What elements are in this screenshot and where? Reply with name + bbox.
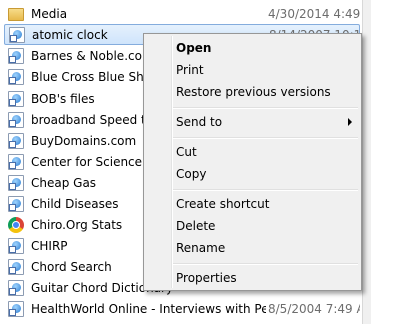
- file-name: HealthWorld Online - Interviews with Pe.…: [31, 301, 266, 316]
- menu-separator: [173, 107, 358, 109]
- menu-item-print[interactable]: Print: [176, 60, 204, 80]
- folder-icon: [8, 8, 24, 21]
- menu-item-delete[interactable]: Delete: [176, 216, 215, 236]
- menu-item-rename[interactable]: Rename: [176, 238, 225, 258]
- file-name: Media: [31, 6, 68, 21]
- internet-shortcut-icon: [8, 90, 24, 107]
- menu-item-cut[interactable]: Cut: [176, 142, 197, 162]
- internet-shortcut-icon: [8, 237, 24, 254]
- internet-shortcut-icon: [8, 279, 24, 296]
- internet-shortcut-icon: [8, 258, 24, 275]
- internet-shortcut-icon: [9, 26, 25, 43]
- vertical-scrollbar[interactable]: [362, 0, 371, 324]
- context-menu: Open Print Restore previous versions Sen…: [143, 33, 362, 291]
- submenu-arrow-icon: [348, 118, 352, 126]
- menu-separator: [173, 137, 358, 139]
- chrome-icon: [8, 216, 24, 233]
- menu-item-properties[interactable]: Properties: [176, 268, 237, 288]
- internet-shortcut-icon: [8, 174, 24, 191]
- menu-item-send-to[interactable]: Send to: [176, 112, 222, 132]
- menu-item-create-shortcut[interactable]: Create shortcut: [176, 194, 269, 214]
- internet-shortcut-icon: [8, 195, 24, 212]
- internet-shortcut-icon: [8, 47, 24, 64]
- date-modified: 8/5/2004 7:49 A: [268, 301, 360, 316]
- list-item[interactable]: HealthWorld Online - Interviews with Pe.…: [4, 298, 360, 319]
- list-item[interactable]: Media 4/30/2014 4:49: [4, 3, 360, 24]
- internet-shortcut-icon: [8, 153, 24, 170]
- internet-shortcut-icon: [8, 300, 24, 317]
- menu-separator: [173, 189, 358, 191]
- internet-shortcut-icon: [8, 111, 24, 128]
- menu-item-copy[interactable]: Copy: [176, 164, 206, 184]
- menu-item-open[interactable]: Open: [176, 38, 211, 58]
- internet-shortcut-icon: [8, 68, 24, 85]
- menu-item-restore-previous-versions[interactable]: Restore previous versions: [176, 82, 331, 102]
- internet-shortcut-icon: [8, 132, 24, 149]
- date-modified: 4/30/2014 4:49: [268, 6, 360, 21]
- menu-separator: [173, 263, 358, 265]
